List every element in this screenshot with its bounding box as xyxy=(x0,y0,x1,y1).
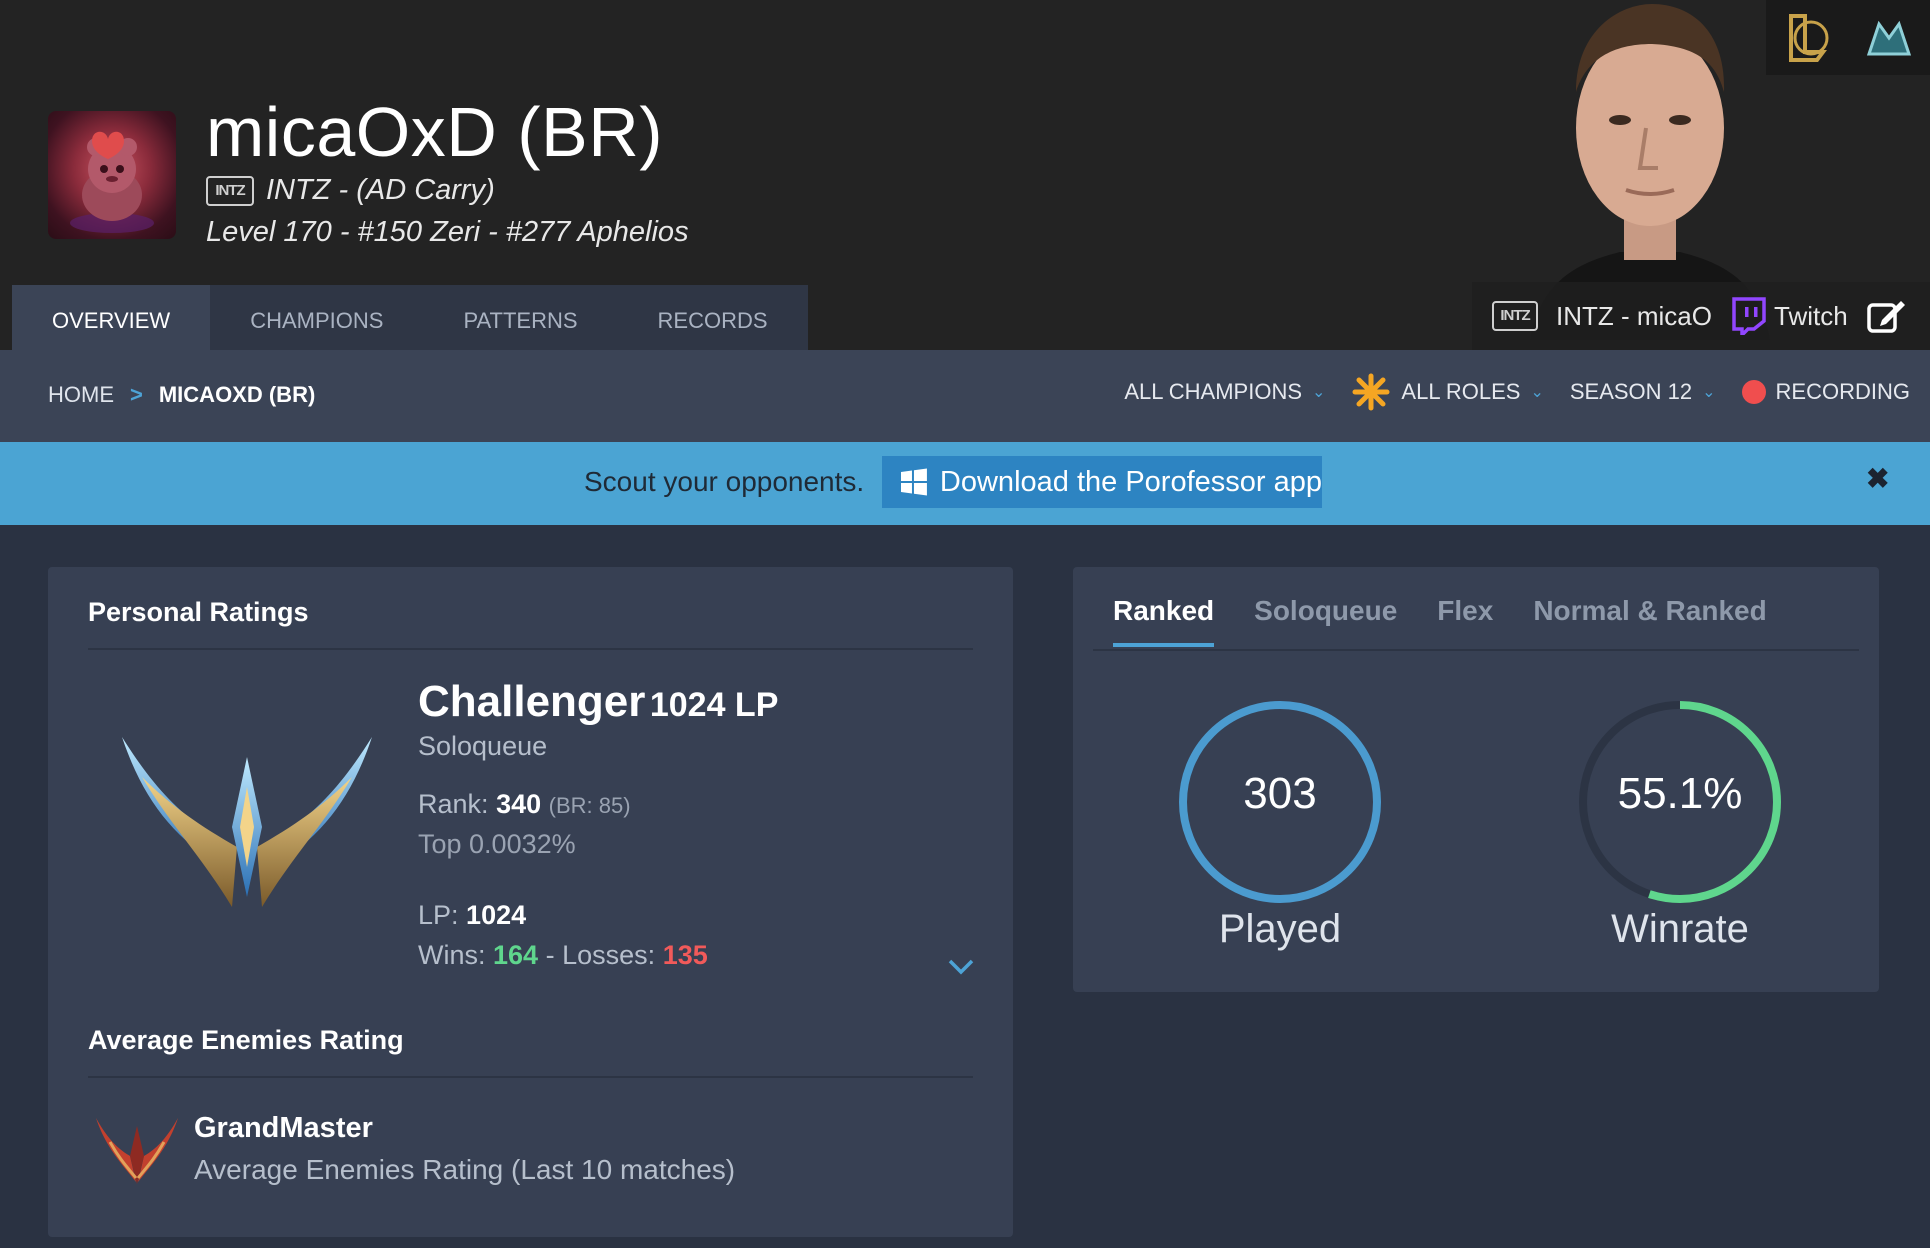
summoner-avatar xyxy=(48,111,176,239)
divider xyxy=(1093,649,1859,651)
recording-dot-icon xyxy=(1741,380,1766,404)
losses-value: 135 xyxy=(662,940,708,970)
rank-line: Rank: 340 (BR: 85) xyxy=(418,789,631,820)
breadcrumb-home[interactable]: HOME xyxy=(48,382,114,408)
played-stat: 303 Played xyxy=(1175,697,1385,951)
chevron-down-icon: ⌄ xyxy=(1702,384,1716,401)
lp-line: LP: 1024 xyxy=(418,900,526,931)
profile-header: micaOxD (BR) INTZ INTZ - (AD Carry) Leve… xyxy=(0,0,1930,350)
close-icon[interactable]: ✖ xyxy=(1866,462,1889,495)
chevron-down-icon: ⌄ xyxy=(1312,384,1326,401)
twitch-icon xyxy=(1732,297,1766,335)
champion-filter-label: ALL CHAMPIONS xyxy=(1124,379,1303,404)
tier-name: Challenger xyxy=(418,677,646,726)
role-filter-dropdown[interactable]: ALL ROLES ⌄ xyxy=(1351,372,1544,412)
played-label: Played xyxy=(1218,907,1342,951)
season-filter-label: SEASON 12 xyxy=(1569,379,1693,404)
level-line: Level 170 - #150 Zeri - #277 Aphelios xyxy=(206,216,689,248)
rank-value: 340 xyxy=(496,789,542,819)
league-of-legends-icon[interactable] xyxy=(1783,12,1831,64)
chevron-down-icon[interactable] xyxy=(946,957,976,977)
recording-toggle[interactable]: RECORDING xyxy=(1741,379,1910,405)
all-roles-icon xyxy=(1352,373,1390,411)
team-logo: INTZ xyxy=(1492,301,1538,331)
winrate-label: Winrate xyxy=(1611,907,1749,951)
filters: ALL CHAMPIONS ⌄ ALL ROLES ⌄ SEASON 12 ⌄ … xyxy=(1124,372,1910,412)
download-app-label: Download the Porofessor app xyxy=(939,465,1322,498)
tab-soloqueue[interactable]: Soloqueue xyxy=(1254,595,1397,647)
breadcrumb-separator: > xyxy=(130,382,143,407)
tab-ranked[interactable]: Ranked xyxy=(1113,595,1215,647)
recording-label: RECORDING xyxy=(1775,379,1910,404)
chevron-down-icon: ⌄ xyxy=(1530,384,1544,401)
team-role-line: INTZ INTZ - (AD Carry) xyxy=(206,174,495,207)
breadcrumb: HOME > MICAOXD (BR) xyxy=(48,382,315,408)
enemies-subtitle: Average Enemies Rating (Last 10 matches) xyxy=(194,1154,736,1185)
wins-label: Wins: xyxy=(418,940,486,970)
wins-value: 164 xyxy=(493,940,539,970)
lp-value: 1024 xyxy=(466,900,527,930)
tab-flex[interactable]: Flex xyxy=(1437,595,1493,647)
challenger-emblem-icon xyxy=(122,737,372,907)
wins-losses-line: Wins: 164 - Losses: 135 xyxy=(418,940,708,971)
team-role-text: INTZ - (AD Carry) xyxy=(266,174,495,206)
queue-tabs: Ranked Soloqueue Flex Normal & Ranked xyxy=(1113,595,1767,647)
wl-separator: - xyxy=(545,940,555,970)
summoner-name: micaOxD (BR) xyxy=(206,93,664,171)
losses-label: Losses: xyxy=(562,940,656,970)
enemies-tier: GrandMaster xyxy=(194,1112,373,1144)
tab-overview[interactable]: OVERVIEW xyxy=(12,285,211,350)
profile-tabs: OVERVIEW CHAMPIONS PATTERNS RECORDS xyxy=(12,285,808,350)
lp-label: LP: xyxy=(418,900,459,930)
top-percent: Top 0.0032% xyxy=(418,829,576,859)
filter-bar: HOME > MICAOXD (BR) ALL CHAMPIONS ⌄ ALL … xyxy=(0,350,1930,442)
tier-lp: 1024 LP xyxy=(649,686,779,724)
legends-of-runeterra-icon[interactable] xyxy=(1865,14,1913,62)
queue-type: Soloqueue xyxy=(418,731,548,761)
divider xyxy=(88,1076,973,1078)
winrate-stat: 55.1% Winrate xyxy=(1575,697,1785,951)
edit-icon[interactable] xyxy=(1866,298,1906,334)
tab-patterns[interactable]: PATTERNS xyxy=(423,285,617,350)
grandmaster-emblem-icon xyxy=(96,1118,178,1184)
breadcrumb-current: MICAOXD (BR) xyxy=(158,382,316,407)
rank-region: (BR: 85) xyxy=(548,793,631,818)
average-enemies-title: Average Enemies Rating xyxy=(88,1025,404,1055)
team-logo: INTZ xyxy=(206,175,254,206)
pro-player-name[interactable]: INTZ - micaO xyxy=(1556,301,1712,332)
season-filter-dropdown[interactable]: SEASON 12 ⌄ xyxy=(1570,379,1716,405)
role-filter-label: ALL ROLES xyxy=(1401,379,1521,404)
porofessor-banner: Scout your opponents. Download the Porof… xyxy=(0,442,1930,525)
tab-normal-ranked[interactable]: Normal & Ranked xyxy=(1533,595,1766,647)
tier-line: Challenger 1024 LP xyxy=(418,677,778,727)
twitch-label: Twitch xyxy=(1774,300,1848,331)
champion-filter-dropdown[interactable]: ALL CHAMPIONS ⌄ xyxy=(1124,379,1325,405)
download-app-button[interactable]: Download the Porofessor app xyxy=(882,456,1322,508)
game-switcher xyxy=(1766,0,1930,75)
pro-player-bar: INTZ INTZ - micaO Twitch xyxy=(1472,282,1930,350)
tab-records[interactable]: RECORDS xyxy=(618,285,808,350)
winrate-value: 55.1% xyxy=(1617,769,1743,818)
personal-ratings-card: Personal Ratings Challenger 1024 LP Solo… xyxy=(48,567,1013,1237)
rank-label: Rank: xyxy=(418,789,489,819)
tab-champions[interactable]: CHAMPIONS xyxy=(210,285,423,350)
stats-card: Ranked Soloqueue Flex Normal & Ranked 30… xyxy=(1073,567,1879,992)
twitch-link[interactable]: Twitch xyxy=(1730,297,1848,335)
banner-text: Scout your opponents. xyxy=(584,466,865,497)
played-value: 303 xyxy=(1243,769,1317,818)
divider xyxy=(88,648,973,650)
personal-ratings-title: Personal Ratings xyxy=(88,597,309,627)
windows-icon xyxy=(900,468,927,496)
